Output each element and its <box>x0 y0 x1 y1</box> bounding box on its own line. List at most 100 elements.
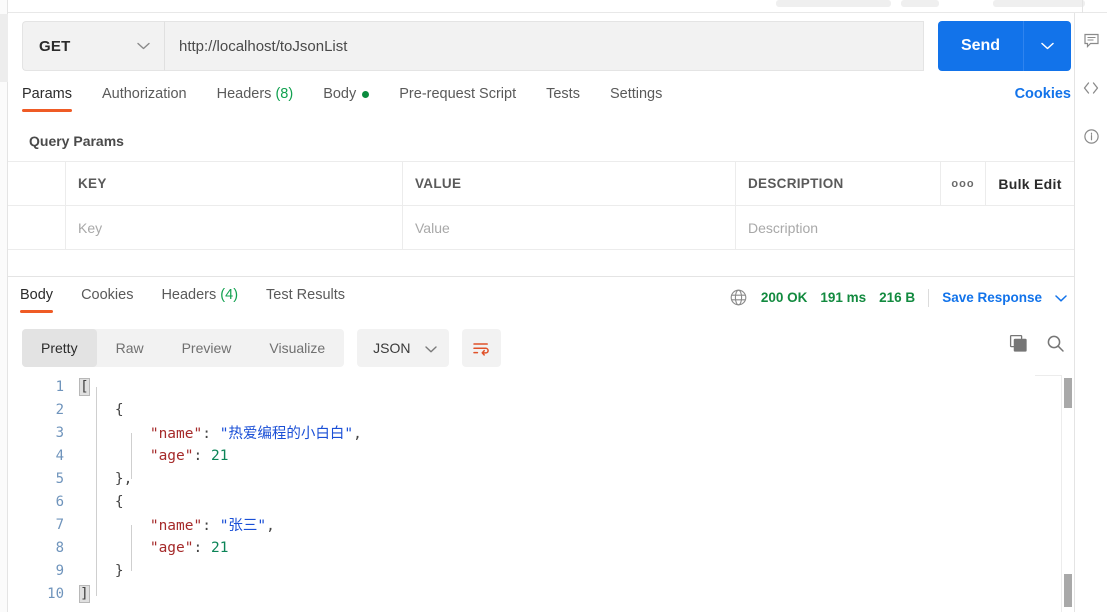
chevron-down-icon[interactable] <box>1055 290 1067 305</box>
code-token: ] <box>79 584 90 603</box>
more-options-icon[interactable]: ooo <box>941 162 986 205</box>
tab-authorization[interactable]: Authorization <box>102 86 187 112</box>
scrollbar-top-line <box>1035 375 1061 376</box>
bulk-edit-button[interactable]: Bulk Edit <box>986 162 1074 205</box>
code-token: : <box>202 518 220 534</box>
scrollbar-thumb[interactable] <box>1064 574 1072 607</box>
search-icon[interactable] <box>1046 334 1065 353</box>
code-token: : <box>193 447 211 464</box>
view-mode-segment: Pretty Raw Preview Visualize <box>22 329 345 367</box>
tab-label: Body <box>20 287 54 303</box>
line-number: 1 <box>55 378 64 395</box>
view-mode-raw[interactable]: Raw <box>97 329 163 367</box>
viewer-action-icons <box>1009 334 1065 353</box>
param-key-input[interactable]: Key <box>66 206 403 249</box>
code-line: 3 "name": "热爱编程的小白白", <box>8 421 1074 444</box>
code-token: , <box>353 426 362 442</box>
code-token: , <box>266 518 275 534</box>
table-header-row: KEY VALUE DESCRIPTION ooo Bulk Edit <box>8 161 1074 206</box>
tab-body[interactable]: Body <box>323 86 370 112</box>
code-token: : <box>193 539 211 556</box>
tab-tests[interactable]: Tests <box>546 86 580 112</box>
word-wrap-icon[interactable] <box>461 329 501 367</box>
scrollbar-thumb[interactable] <box>1064 378 1072 408</box>
request-tabs: Params Authorization Headers (8) Body Pr… <box>22 86 1071 121</box>
right-sidebar-rail <box>1074 13 1107 612</box>
code-line: 2 { <box>8 398 1074 421</box>
response-size: 216 B <box>879 290 916 305</box>
response-tab-headers[interactable]: Headers (4) <box>161 287 238 313</box>
param-description-input[interactable]: Description <box>736 206 1074 249</box>
response-tab-cookies[interactable]: Cookies <box>81 287 133 313</box>
postman-window: GET http://localhost/toJsonList Send Par… <box>0 0 1107 612</box>
view-mode-visualize[interactable]: Visualize <box>250 329 344 367</box>
headers-count: (8) <box>275 86 294 102</box>
tab-pre-request-script[interactable]: Pre-request Script <box>399 86 516 112</box>
tab-headers[interactable]: Headers (8) <box>217 86 294 112</box>
line-number: 5 <box>55 470 64 487</box>
tab-label: Test Results <box>266 287 346 303</box>
info-icon[interactable] <box>1080 125 1102 147</box>
globe-icon <box>729 288 748 307</box>
code-token: } <box>80 562 124 579</box>
response-tab-test-results[interactable]: Test Results <box>266 287 345 313</box>
cutoff-pill <box>993 0 1085 7</box>
line-number: 8 <box>55 539 64 556</box>
response-tab-body[interactable]: Body <box>20 287 54 313</box>
save-response-button[interactable]: Save Response <box>942 290 1042 305</box>
line-number: 10 <box>47 585 64 602</box>
row-checkbox[interactable] <box>8 206 66 249</box>
code-token: "age" <box>149 539 194 556</box>
response-viewer-toolbar: Pretty Raw Preview Visualize JSON <box>22 329 501 367</box>
response-time: 191 ms <box>820 290 867 305</box>
code-line: 8 "age": 21 <box>8 536 1074 559</box>
response-tabs: Body Cookies Headers (4) Test Results <box>20 287 373 313</box>
code-line: 4 "age": 21 <box>8 444 1074 467</box>
tab-params[interactable]: Params <box>22 86 72 112</box>
response-status-row: 200 OK 191 ms 216 B Save Response <box>729 288 1067 307</box>
chevron-down-icon <box>137 37 150 55</box>
chevron-down-icon <box>424 340 437 356</box>
param-value-input[interactable]: Value <box>403 206 736 249</box>
line-number: 7 <box>55 516 64 533</box>
code-token: "age" <box>149 447 194 464</box>
code-line-text: }, <box>80 471 132 487</box>
code-line-text: ] <box>79 584 90 603</box>
code-icon[interactable] <box>1080 77 1102 99</box>
send-button[interactable]: Send <box>938 21 1023 71</box>
line-number: 4 <box>55 447 64 464</box>
tab-settings[interactable]: Settings <box>610 86 662 112</box>
cookies-link[interactable]: Cookies <box>1015 86 1071 102</box>
tab-label: Pre-request Script <box>399 86 517 102</box>
copy-icon[interactable] <box>1009 334 1028 353</box>
json-code-block: 1[2 {3 "name": "热爱编程的小白白", 4 "age": 21 5 }… <box>8 375 1074 605</box>
vertical-scrollbar[interactable] <box>1061 375 1074 612</box>
section-divider <box>8 276 1074 277</box>
line-number: 3 <box>55 424 64 441</box>
tab-label: Cookies <box>81 287 134 303</box>
view-mode-pretty[interactable]: Pretty <box>22 329 97 367</box>
response-body-viewer[interactable]: 1[2 {3 "name": "热爱编程的小白白", 4 "age": 21 5 }… <box>8 375 1074 612</box>
code-line-text: [ <box>79 377 90 396</box>
comment-icon[interactable] <box>1080 29 1102 51</box>
column-header-description: DESCRIPTION <box>736 162 941 205</box>
tab-label: Headers <box>216 86 272 102</box>
send-button-group: Send <box>938 21 1071 71</box>
request-url-input[interactable]: http://localhost/toJsonList <box>164 21 924 71</box>
code-token: 21 <box>210 447 229 464</box>
code-token: }, <box>80 470 133 487</box>
code-token: "张三" <box>219 518 267 534</box>
tab-label: Settings <box>609 86 663 102</box>
code-line: 5 }, <box>8 467 1074 490</box>
top-cutoff-row <box>8 0 1107 13</box>
request-url-bar: GET http://localhost/toJsonList Send <box>22 21 1071 71</box>
http-method-selector[interactable]: GET <box>22 21 164 71</box>
status-code: 200 OK <box>760 290 808 305</box>
status-divider <box>928 288 930 307</box>
cutoff-pill <box>901 0 939 7</box>
code-line-text: "name": "张三", <box>80 514 275 535</box>
send-options-button[interactable] <box>1023 21 1071 71</box>
format-selector[interactable]: JSON <box>357 329 449 367</box>
view-mode-preview[interactable]: Preview <box>163 329 251 367</box>
